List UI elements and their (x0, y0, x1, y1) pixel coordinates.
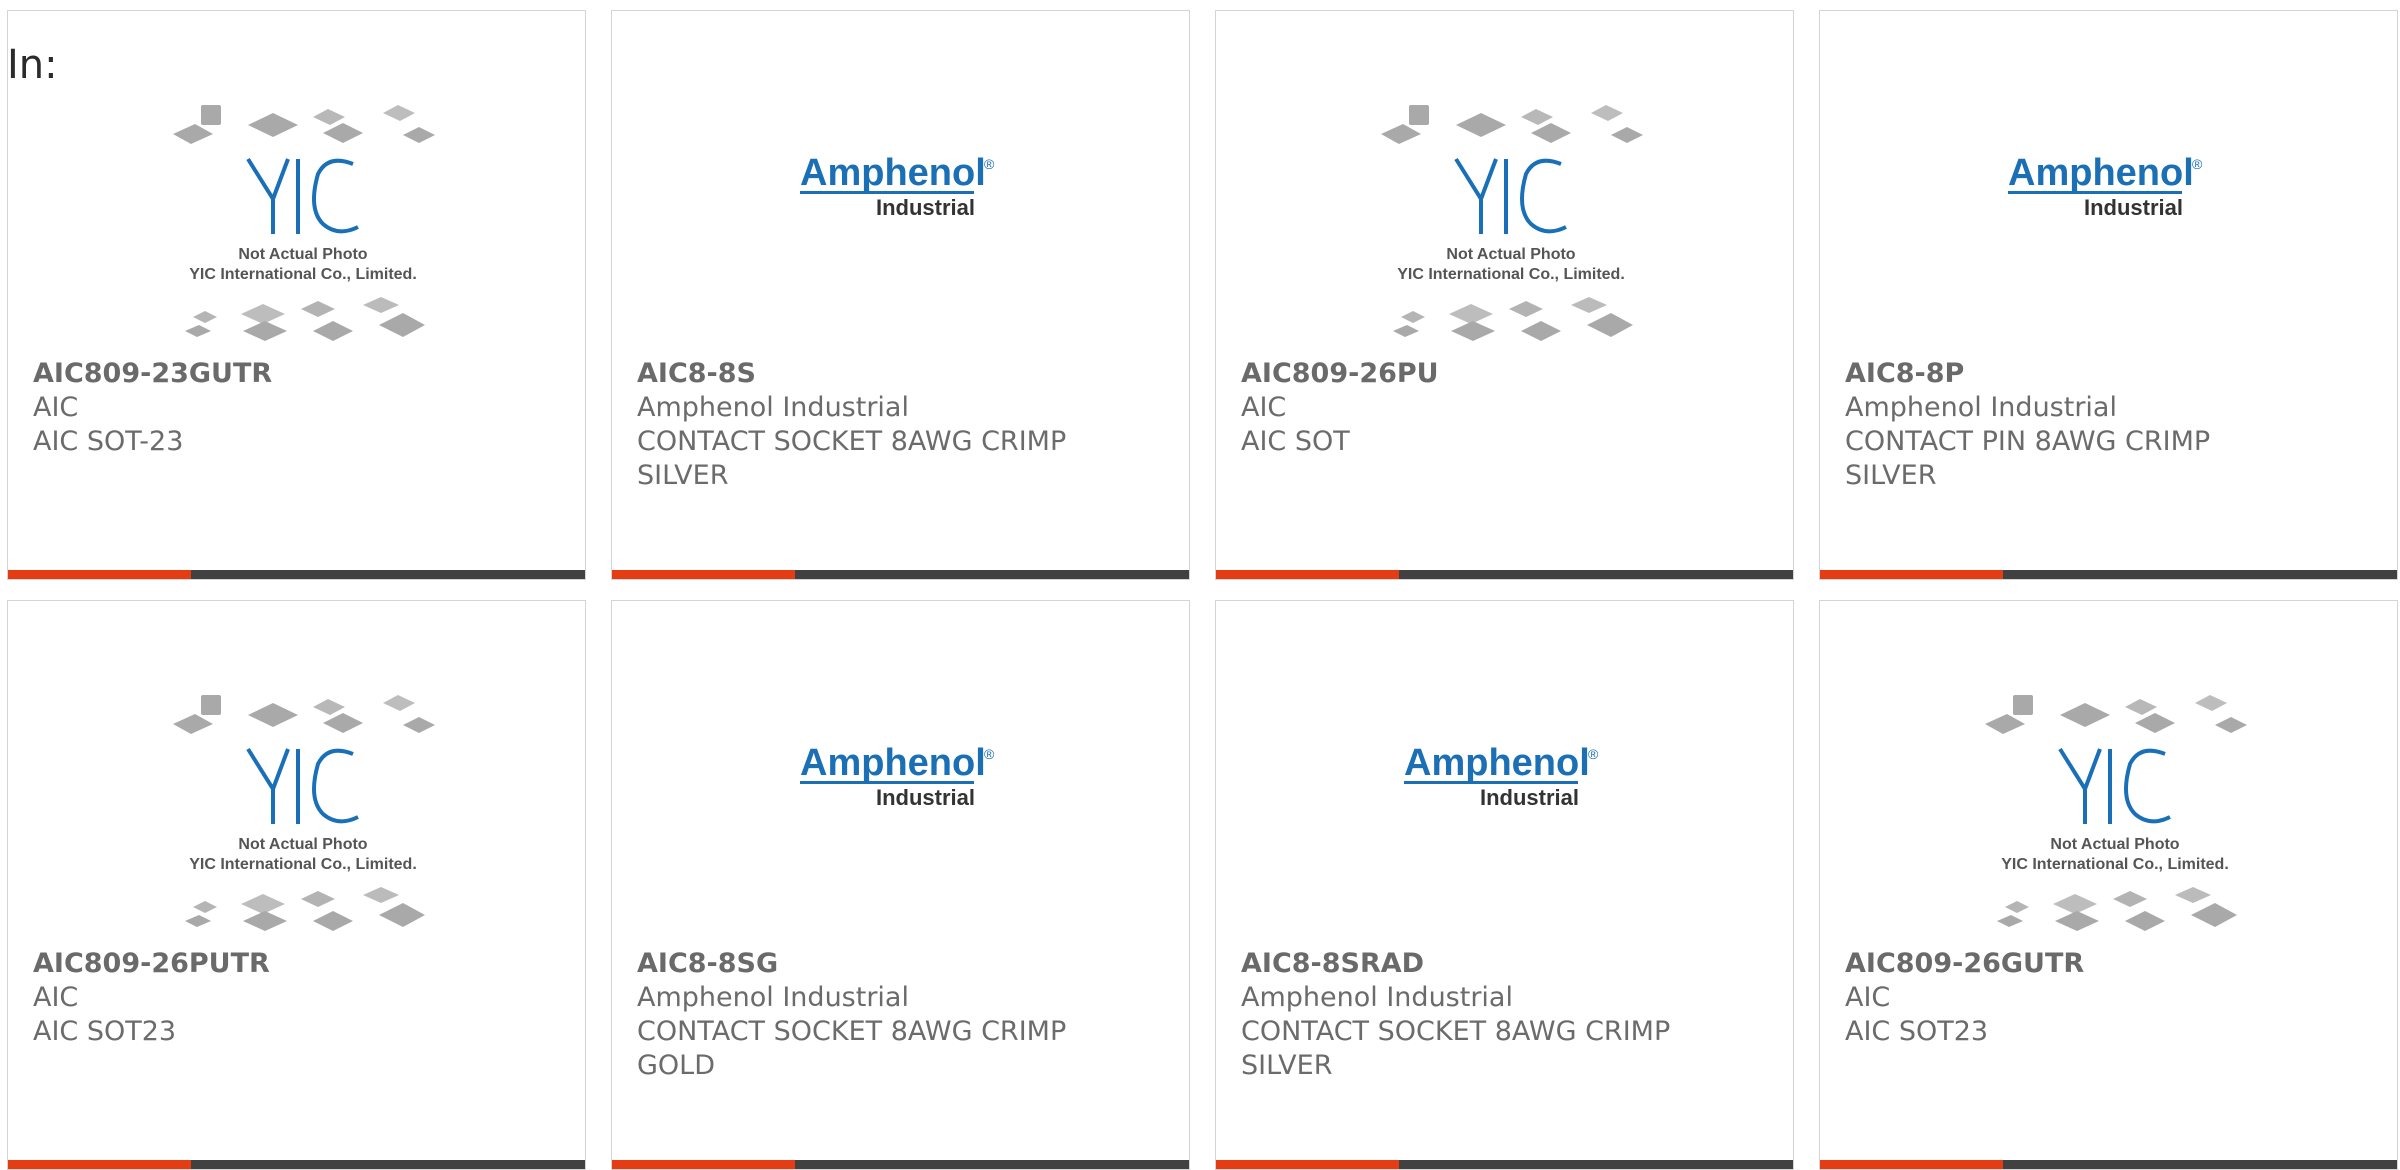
yic-placeholder-image: Not Actual Photo YIC International Co., … (1985, 695, 2247, 931)
card-bottom-bar (1820, 1160, 2397, 1169)
svg-text:Industrial: Industrial (876, 195, 975, 220)
svg-text:®: ® (984, 156, 995, 172)
description-cont: GOLD (637, 1050, 716, 1081)
product-info: AIC809-26PUTR AIC AIC SOT23 (33, 947, 565, 1049)
product-card[interactable]: Not Actual Photo YIC International Co., … (7, 10, 586, 580)
product-card[interactable]: Not Actual Photo YIC International Co., … (1215, 10, 1794, 580)
manufacturer: AIC (1241, 392, 1287, 423)
description: AIC SOT-23 (33, 426, 184, 457)
manufacturer: Amphenol Industrial (637, 982, 909, 1013)
svg-text:YIC International Co., Limited: YIC International Co., Limited. (189, 856, 417, 873)
description: AIC SOT (1241, 426, 1350, 457)
card-bottom-bar (1216, 570, 1793, 579)
yic-placeholder-image: Not Actual Photo YIC International Co., … (1381, 105, 1643, 341)
part-number[interactable]: AIC8-8SRAD (1241, 947, 1773, 981)
manufacturer: AIC (33, 982, 79, 1013)
part-number[interactable]: AIC8-8SG (637, 947, 1169, 981)
yic-placeholder-image: Not Actual Photo YIC International Co., … (173, 105, 435, 341)
svg-text:Amphenol: Amphenol (800, 742, 986, 784)
part-number[interactable]: AIC8-8P (1845, 357, 2377, 391)
card-accent (1820, 570, 2003, 579)
yic-placeholder-image: Not Actual Photo YIC International Co., … (173, 695, 435, 931)
product-info: AIC8-8S Amphenol Industrial CONTACT SOCKET… (637, 357, 1169, 493)
amphenol-logo: Amphenol ® Industrial (2008, 152, 2203, 220)
svg-text:Not Actual Photo: Not Actual Photo (238, 836, 367, 853)
svg-text:®: ® (2192, 156, 2203, 172)
svg-text:Industrial: Industrial (876, 785, 975, 810)
amphenol-logo: Amphenol ® Industrial (1404, 742, 1599, 810)
description: CONTACT PIN 8AWG CRIMP (1845, 426, 2211, 457)
card-bottom-bar (8, 1160, 585, 1169)
manufacturer: AIC (1845, 982, 1891, 1013)
part-number[interactable]: AIC809-26GUTR (1845, 947, 2377, 981)
product-card[interactable]: Amphenol ® Industrial AIC8-8SG Amphenol I… (611, 600, 1190, 1170)
part-number[interactable]: AIC809-26PUTR (33, 947, 565, 981)
product-card[interactable]: Not Actual Photo YIC International Co., … (1819, 600, 2398, 1170)
description-cont: SILVER (637, 460, 729, 491)
svg-text:®: ® (984, 746, 995, 762)
card-bottom-bar (612, 1160, 1189, 1169)
product-info: AIC809-23GUTR AIC AIC SOT-23 (33, 357, 565, 459)
svg-text:YIC International Co., Limited: YIC International Co., Limited. (189, 266, 417, 283)
description: AIC SOT23 (1845, 1016, 1989, 1047)
svg-text:YIC International Co., Limited: YIC International Co., Limited. (1397, 266, 1625, 283)
description: CONTACT SOCKET 8AWG CRIMP (1241, 1016, 1671, 1047)
card-accent (8, 1160, 191, 1169)
product-info: AIC809-26PU AIC AIC SOT (1241, 357, 1773, 459)
svg-text:YIC International Co., Limited: YIC International Co., Limited. (2001, 856, 2229, 873)
svg-text:Not Actual Photo: Not Actual Photo (1446, 246, 1575, 263)
card-bottom-bar (1216, 1160, 1793, 1169)
product-info: AIC8-8SRAD Amphenol Industrial CONTACT SOC… (1241, 947, 1773, 1083)
part-number[interactable]: AIC8-8S (637, 357, 1169, 391)
product-card[interactable]: Amphenol ® Industrial AIC8-8P Amphenol In… (1819, 10, 2398, 580)
card-bottom-bar (1820, 570, 2397, 579)
card-accent (1820, 1160, 2003, 1169)
product-card[interactable]: Not Actual Photo YIC International Co., … (7, 600, 586, 1170)
part-number[interactable]: AIC809-23GUTR (33, 357, 565, 391)
description-cont: SILVER (1241, 1050, 1333, 1081)
svg-text:Not Actual Photo: Not Actual Photo (238, 246, 367, 263)
description: CONTACT SOCKET 8AWG CRIMP (637, 1016, 1067, 1047)
card-accent (1216, 1160, 1399, 1169)
card-accent (612, 1160, 795, 1169)
card-accent (1216, 570, 1399, 579)
svg-text:Industrial: Industrial (2084, 195, 2183, 220)
svg-text:Not Actual Photo: Not Actual Photo (2050, 836, 2179, 853)
card-bottom-bar (8, 570, 585, 579)
svg-text:Industrial: Industrial (1480, 785, 1579, 810)
manufacturer: Amphenol Industrial (1845, 392, 2117, 423)
description: AIC SOT23 (33, 1016, 177, 1047)
svg-text:Amphenol: Amphenol (2008, 152, 2194, 194)
in-label: In: (7, 42, 58, 88)
manufacturer: AIC (33, 392, 79, 423)
manufacturer: Amphenol Industrial (637, 392, 909, 423)
amphenol-logo: Amphenol ® Industrial (800, 152, 995, 220)
card-accent (8, 570, 191, 579)
svg-text:Amphenol: Amphenol (800, 152, 986, 194)
card-bottom-bar (612, 570, 1189, 579)
svg-text:Amphenol: Amphenol (1404, 742, 1590, 784)
product-info: AIC8-8P Amphenol Industrial CONTACT PIN 8A… (1845, 357, 2377, 493)
product-info: AIC809-26GUTR AIC AIC SOT23 (1845, 947, 2377, 1049)
product-info: AIC8-8SG Amphenol Industrial CONTACT SOCKE… (637, 947, 1169, 1083)
svg-text:®: ® (1588, 746, 1599, 762)
description-cont: SILVER (1845, 460, 1937, 491)
part-number[interactable]: AIC809-26PU (1241, 357, 1773, 391)
amphenol-logo: Amphenol ® Industrial (800, 742, 995, 810)
product-card[interactable]: Amphenol ® Industrial AIC8-8S Amphenol In… (611, 10, 1190, 580)
manufacturer: Amphenol Industrial (1241, 982, 1513, 1013)
description: CONTACT SOCKET 8AWG CRIMP (637, 426, 1067, 457)
product-card[interactable]: Amphenol ® Industrial AIC8-8SRAD Amphenol… (1215, 600, 1794, 1170)
card-accent (612, 570, 795, 579)
